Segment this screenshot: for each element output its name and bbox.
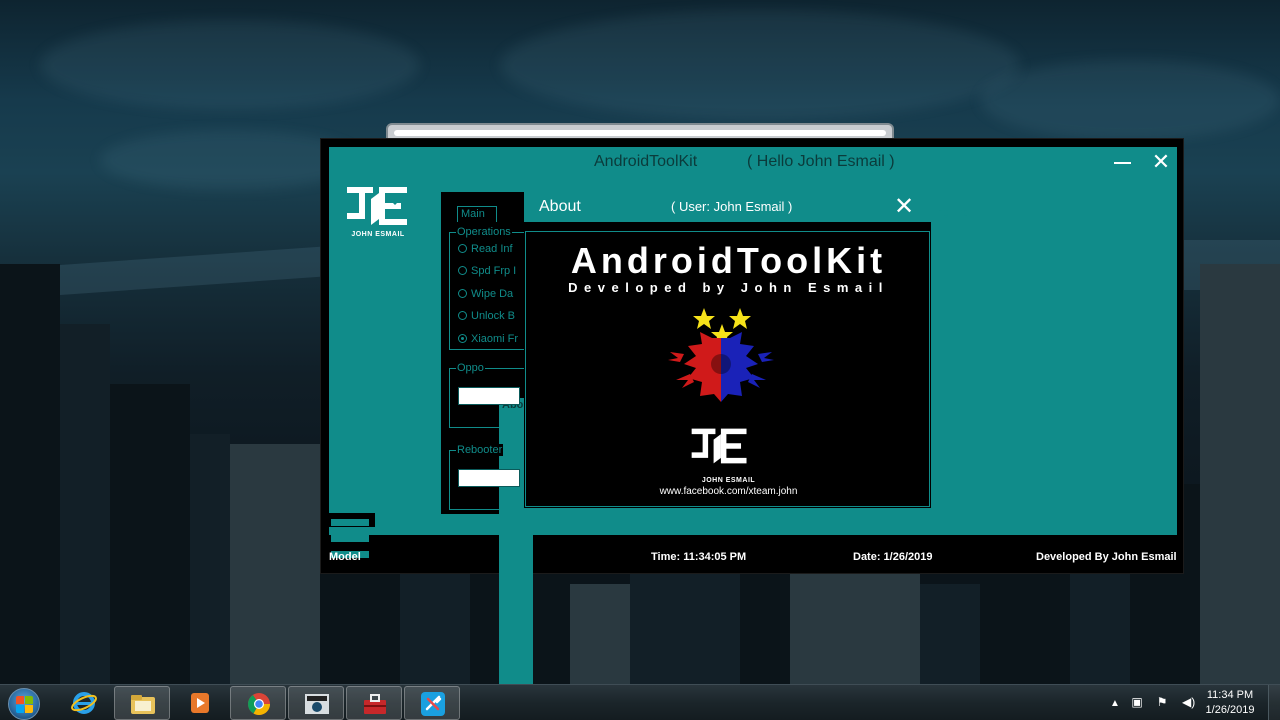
tab-strip: Main Abou xyxy=(449,206,533,714)
internet-explorer-icon xyxy=(71,692,97,714)
show-desktop-button[interactable] xyxy=(1268,685,1280,720)
taskbar-internet-explorer[interactable] xyxy=(56,686,112,720)
radio-unlock-bootloader[interactable]: Unlock B xyxy=(458,310,515,322)
media-player-icon xyxy=(191,693,209,713)
taskbar-clock[interactable]: 11:34 PM 1/26/2019 xyxy=(1202,688,1258,718)
taskbar-media-player[interactable] xyxy=(172,686,228,720)
status-developer: Developed By John Esmail xyxy=(1036,551,1177,563)
radio-label: Read Inf xyxy=(471,243,513,255)
taskbar-file-explorer[interactable] xyxy=(114,686,170,720)
oppo-label: Oppo xyxy=(456,362,485,374)
rebooter-label: Rebooter xyxy=(456,444,504,456)
taskbar: ▲ ▣ ⚑ ◀) 11:34 PM 1/26/2019 xyxy=(0,684,1280,720)
window-title: AndroidToolKit xyxy=(594,153,698,170)
oppo-group: Oppo xyxy=(449,362,525,428)
taskbar-chrome[interactable] xyxy=(230,686,286,720)
network-icon[interactable]: ▣ xyxy=(1131,695,1153,709)
about-body: AndroidToolKit Developed by John Esmail … xyxy=(525,231,930,507)
radio-label: Xiaomi Fr xyxy=(471,333,519,345)
clock-date: 1/26/2019 xyxy=(1205,704,1255,716)
volume-icon[interactable]: ◀) xyxy=(1182,695,1202,709)
system-tray: ▲ ▣ ⚑ ◀) xyxy=(1110,695,1202,709)
status-date: Date: 1/26/2019 xyxy=(853,551,933,563)
je-logo-icon xyxy=(347,187,407,225)
toolbox-icon xyxy=(364,694,386,714)
file-explorer-icon xyxy=(131,695,155,714)
radio-spd-frp[interactable]: Spd Frp I xyxy=(458,265,516,277)
status-time: Time: 11:34:05 PM xyxy=(651,551,747,563)
taskbar-team-tool[interactable] xyxy=(288,686,344,720)
taskbar-toolbox[interactable] xyxy=(346,686,402,720)
radio-icon xyxy=(458,289,467,298)
radio-icon xyxy=(458,266,467,275)
tab-main[interactable]: Main xyxy=(457,206,497,222)
about-subtitle: Developed by John Esmail xyxy=(568,280,889,295)
minimize-button[interactable] xyxy=(1109,149,1135,175)
philippine-sun-icon xyxy=(668,308,774,402)
radio-label: Spd Frp I xyxy=(471,265,517,277)
about-title: About xyxy=(539,198,581,215)
android-toolkit-icon xyxy=(421,692,445,716)
chrome-icon xyxy=(248,693,270,715)
rebooter-group: Rebooter xyxy=(449,444,525,510)
window-greeting: ( Hello John Esmail ) xyxy=(747,153,895,170)
logo-caption: JOHN ESMAIL xyxy=(351,231,405,238)
footer-divider xyxy=(329,527,1177,535)
oppo-action-button[interactable] xyxy=(458,387,520,405)
about-close-button[interactable]: ✕ xyxy=(894,195,914,219)
john-esmail-logo: JOHN ESMAIL xyxy=(343,183,413,245)
rebooter-action-button[interactable] xyxy=(458,469,520,487)
about-dialog: About ( User: John Esmail ) ✕ AndroidToo… xyxy=(524,192,931,508)
operation-status-text: ng Frp... xyxy=(937,207,978,219)
about-je-logo-icon xyxy=(691,428,747,464)
clock-time: 11:34 PM xyxy=(1206,689,1254,701)
radio-read-info[interactable]: Read Inf xyxy=(458,243,513,255)
radio-wipe-data[interactable]: Wipe Da xyxy=(458,288,513,300)
radio-xiaomi-frp[interactable]: Xiaomi Fr xyxy=(458,333,518,345)
radio-label: Wipe Da xyxy=(471,288,514,300)
sidebar: JOHN ESMAIL xyxy=(329,177,427,565)
title-bar[interactable]: AndroidToolKit ( Hello John Esmail ) ✕ xyxy=(329,147,1177,177)
about-title-bar[interactable]: About ( User: John Esmail ) ✕ xyxy=(524,192,931,222)
radio-icon xyxy=(458,311,467,320)
about-app-title: AndroidToolKit xyxy=(570,240,887,281)
facebook-link[interactable]: www.facebook.com/xteam.john xyxy=(526,486,931,497)
taskbar-android-toolkit[interactable] xyxy=(404,686,460,720)
about-user: ( User: John Esmail ) xyxy=(671,199,793,214)
start-button[interactable] xyxy=(8,688,40,720)
close-button[interactable]: ✕ xyxy=(1149,151,1173,175)
team-tool-icon xyxy=(305,694,329,714)
radio-label: Unlock B xyxy=(471,310,516,322)
action-center-icon[interactable]: ⚑ xyxy=(1157,695,1179,709)
radio-icon xyxy=(458,244,467,253)
tool-panel: Main Abou Operations Read Inf Spd Frp I … xyxy=(441,192,533,714)
radio-selected-icon xyxy=(458,334,467,343)
about-logo-caption: JOHN ESMAIL xyxy=(701,477,756,484)
operations-group: Operations Read Inf Spd Frp I Wipe Da Un… xyxy=(449,226,525,350)
operations-label: Operations xyxy=(456,226,512,238)
show-hidden-icons-icon[interactable]: ▲ xyxy=(1110,698,1128,709)
status-model: Model xyxy=(329,551,361,563)
